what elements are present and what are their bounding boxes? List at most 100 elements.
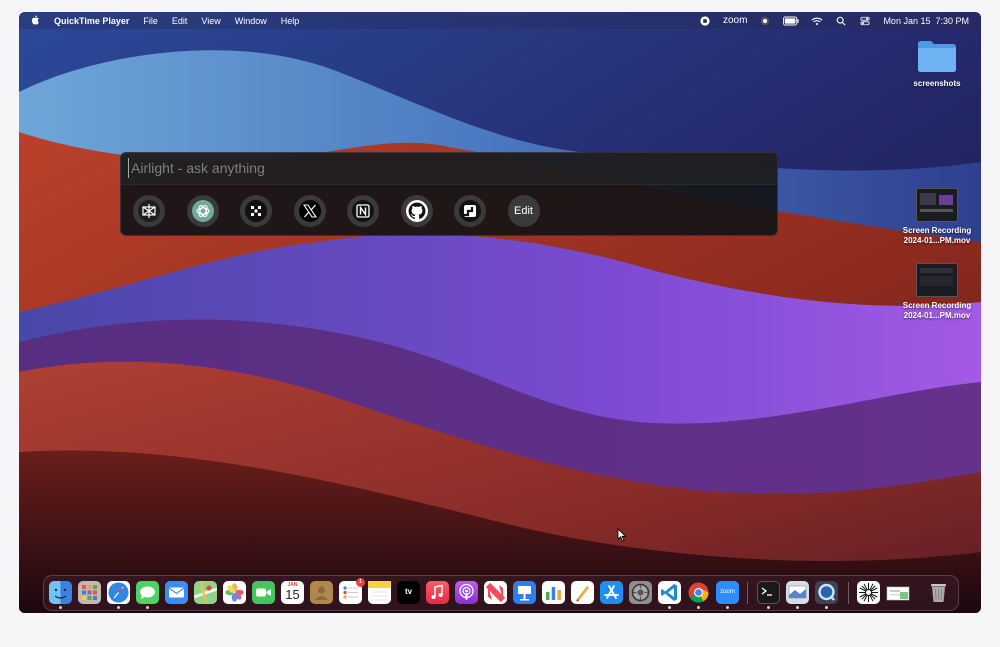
menu-help[interactable]: Help: [281, 16, 300, 26]
dock-chrome[interactable]: [687, 581, 710, 604]
running-indicator: [825, 606, 828, 609]
file-label-line2: 2024-01...PM.mov: [903, 311, 971, 320]
keynote-icon: [518, 586, 531, 601]
shortcut-notion-button[interactable]: [347, 195, 379, 227]
shortcut-linear-button[interactable]: [454, 195, 486, 227]
dock-safari[interactable]: [107, 581, 130, 604]
dock-photos[interactable]: [223, 581, 246, 604]
dock-mail[interactable]: [165, 581, 188, 604]
file-label-line1: Screen Recording: [902, 226, 972, 235]
messages-icon: [140, 586, 155, 599]
tv-label: tv: [404, 587, 413, 596]
shortcut-x-button[interactable]: [293, 195, 326, 227]
dock-airlight[interactable]: [857, 581, 880, 604]
dock-terminal[interactable]: [757, 581, 780, 604]
calendar-day: 15: [285, 587, 300, 602]
dock-vscode[interactable]: [658, 581, 681, 604]
zoom-label: zoom: [720, 589, 735, 595]
launchpad-icon: [82, 585, 97, 600]
contacts-icon: [315, 586, 328, 600]
dock-preview[interactable]: [786, 581, 809, 604]
shortcut-perplexity-button[interactable]: [133, 195, 165, 227]
video-thumbnail: [916, 188, 958, 222]
menu-app-name[interactable]: QuickTime Player: [54, 16, 129, 26]
dock-trash[interactable]: [927, 581, 950, 604]
dock-quicktime[interactable]: [815, 581, 838, 604]
desktop-folder-screenshots[interactable]: screenshots: [892, 39, 981, 89]
dock-music[interactable]: [426, 581, 449, 604]
desktop-file-recording-2[interactable]: Screen Recording 2024-01...PM.mov: [892, 263, 981, 321]
wallpaper: [19, 12, 981, 613]
chrome-icon: [688, 582, 709, 603]
menu-file[interactable]: File: [143, 16, 158, 26]
news-icon: [485, 582, 506, 603]
shortcut-github-button[interactable]: [400, 195, 433, 227]
shortcut-chatgpt-button[interactable]: [186, 195, 219, 227]
dock-maps[interactable]: [193, 580, 218, 605]
perplexity-icon: [142, 204, 156, 218]
dock-separator: [848, 582, 849, 604]
menu-window[interactable]: Window: [235, 16, 267, 26]
quicktime-icon: [818, 583, 835, 601]
dock-calendar[interactable]: JAN 15: [281, 581, 304, 604]
dock-pages[interactable]: [571, 581, 594, 604]
dock-podcasts[interactable]: [455, 581, 478, 604]
running-indicator: [59, 606, 62, 609]
airlight-status-icon[interactable]: [759, 16, 771, 26]
dock-facetime[interactable]: [252, 581, 275, 604]
prompt-bar: [121, 153, 777, 185]
dock-numbers[interactable]: [542, 581, 565, 604]
desktop-file-recording-1[interactable]: Screen Recording 2024-01...PM.mov: [892, 188, 981, 246]
edit-shortcuts-button[interactable]: Edit: [507, 195, 540, 227]
dock-downloads[interactable]: [886, 581, 910, 604]
airlight-panel: Edit: [120, 152, 778, 236]
battery-icon[interactable]: [783, 16, 799, 26]
running-indicator: [117, 606, 120, 609]
file-label-line2: 2024-01...PM.mov: [903, 236, 971, 245]
preview-icon: [788, 585, 807, 599]
edit-label: Edit: [514, 205, 533, 217]
dock-finder[interactable]: [49, 581, 72, 604]
safari-icon: [108, 582, 129, 603]
desktop-screen: QuickTime Player File Edit View Window H…: [19, 12, 981, 613]
menu-clock[interactable]: Mon Jan 15 7:30 PM: [883, 16, 969, 26]
dock-zoom[interactable]: zoom: [716, 581, 739, 604]
wifi-icon[interactable]: [811, 16, 823, 26]
video-thumbnail: [916, 263, 958, 297]
music-icon: [431, 584, 443, 599]
numbers-icon: [546, 587, 561, 600]
trash-icon: [931, 584, 946, 602]
menu-view[interactable]: View: [201, 16, 220, 26]
github-icon: [408, 202, 425, 220]
dock-launchpad[interactable]: [78, 581, 101, 604]
zoom-status-label[interactable]: zoom: [723, 15, 747, 26]
linear-icon: [464, 205, 476, 217]
search-icon[interactable]: [835, 16, 847, 26]
shortcut-grok-button[interactable]: [240, 195, 272, 227]
downloads-stack-icon: [886, 586, 910, 601]
menu-bar: QuickTime Player File Edit View Window H…: [19, 12, 981, 29]
dock-reminders[interactable]: 1: [339, 578, 365, 604]
control-center-icon[interactable]: [859, 16, 871, 26]
running-indicator: [796, 606, 799, 609]
folder-icon: [918, 41, 956, 72]
dock-tv[interactable]: tv: [397, 581, 420, 604]
podcasts-icon: [459, 583, 474, 600]
chatgpt-icon: [195, 205, 210, 217]
dock-news[interactable]: [484, 581, 507, 604]
x-icon: [302, 204, 317, 218]
mail-icon: [168, 587, 185, 598]
running-indicator: [697, 606, 700, 609]
dock-contacts[interactable]: [310, 581, 333, 604]
dock-notes[interactable]: [368, 581, 391, 604]
dock-app-store[interactable]: [600, 581, 623, 604]
dock-system-settings[interactable]: [629, 581, 652, 604]
airlight-search-input[interactable]: [128, 158, 751, 178]
dock-messages[interactable]: [136, 581, 159, 604]
stop-recording-icon[interactable]: [699, 15, 711, 26]
dock-keynote[interactable]: [513, 581, 536, 604]
system-settings-icon: [631, 583, 650, 602]
menu-edit[interactable]: Edit: [172, 16, 188, 26]
apple-menu-icon[interactable]: [31, 15, 40, 26]
dock-separator: [747, 582, 748, 604]
